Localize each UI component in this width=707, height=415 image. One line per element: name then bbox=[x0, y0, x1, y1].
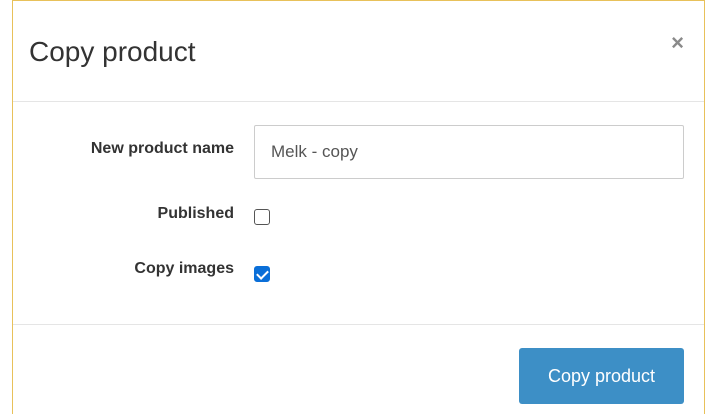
name-row: New product name bbox=[13, 125, 704, 179]
copy-images-row: Copy images bbox=[13, 260, 704, 282]
product-name-input[interactable] bbox=[254, 125, 684, 179]
copy-product-modal: Copy product × New product name Publishe… bbox=[12, 0, 705, 414]
published-row: Published bbox=[13, 205, 704, 225]
copy-images-checkbox[interactable] bbox=[254, 266, 270, 282]
modal-body: New product name Published Copy images bbox=[13, 102, 704, 325]
name-label: New product name bbox=[90, 140, 234, 157]
modal-footer: Copy product bbox=[13, 325, 704, 415]
modal-title: Copy product bbox=[29, 36, 196, 67]
copy-product-button[interactable]: Copy product bbox=[519, 348, 684, 404]
copy-images-label: Copy images bbox=[134, 260, 234, 277]
published-checkbox[interactable] bbox=[254, 209, 270, 225]
close-icon[interactable]: × bbox=[671, 31, 684, 55]
modal-header: Copy product × bbox=[13, 1, 704, 102]
published-label: Published bbox=[157, 205, 234, 222]
